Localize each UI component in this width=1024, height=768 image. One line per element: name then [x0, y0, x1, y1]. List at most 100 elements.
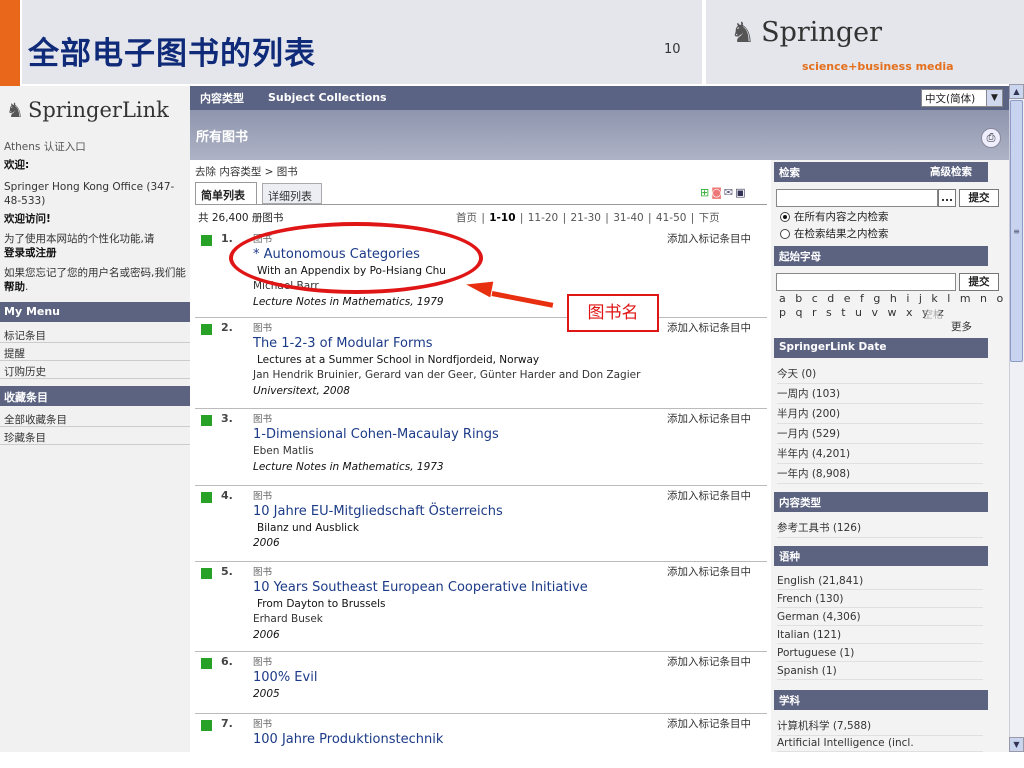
search-options-button[interactable]: ...: [938, 189, 956, 207]
add-to-marked-link[interactable]: 添加入标记条目中: [667, 716, 751, 731]
publication-type: 图书: [253, 657, 273, 668]
scroll-down-icon[interactable]: ▼: [1009, 737, 1024, 752]
advanced-search-link[interactable]: 高级检索: [930, 164, 972, 179]
content-type-item[interactable]: 参考工具书 (126): [777, 520, 983, 538]
selection-checkbox-icon[interactable]: [201, 415, 212, 426]
selection-checkbox-icon[interactable]: [201, 568, 212, 579]
publication-type: 图书: [253, 323, 273, 334]
menu-item-alerts[interactable]: 提醒: [4, 346, 25, 361]
language-filter-item[interactable]: German (4,306): [777, 611, 983, 626]
login-register-link[interactable]: 登录或注册: [4, 247, 57, 259]
slide-page-number: 10: [664, 42, 681, 57]
selection-checkbox-icon[interactable]: [201, 324, 212, 335]
pager-next[interactable]: 下页: [699, 212, 720, 224]
add-to-marked-link[interactable]: 添加入标记条目中: [667, 320, 751, 335]
divider: [0, 378, 190, 379]
selection-checkbox-icon[interactable]: [201, 720, 212, 731]
save-icon[interactable]: ▣: [735, 186, 747, 199]
start-char-submit-button[interactable]: 提交: [959, 273, 999, 291]
book-title-link[interactable]: 100% Evil: [253, 670, 317, 685]
nav-content-type[interactable]: 内容类型: [200, 90, 244, 106]
book-series: 2006: [253, 629, 280, 641]
date-filter-item[interactable]: 今天 (0): [777, 366, 983, 384]
series-name[interactable]: Universitext: [253, 385, 317, 397]
orange-accent-bar: [0, 0, 20, 86]
welcome-label: 欢迎:: [4, 159, 30, 171]
more-link[interactable]: 更多: [951, 319, 972, 334]
language-filter-item[interactable]: Italian (121): [777, 629, 983, 644]
publication-year: 2006: [253, 537, 280, 549]
printer-icon[interactable]: ⎙: [981, 128, 1001, 148]
add-to-marked-link[interactable]: 添加入标记条目中: [667, 564, 751, 579]
left-sidebar: ♞ SpringerLink Athens 认证入口 欢迎: Springer …: [0, 86, 190, 768]
springerlink-logo[interactable]: ♞ SpringerLink: [6, 98, 169, 122]
springerlink-name: SpringerLink: [27, 98, 169, 122]
collection-item-favorites[interactable]: 珍藏条目: [4, 430, 46, 445]
language-filter-item[interactable]: Portuguese (1): [777, 647, 983, 662]
language-filter-item[interactable]: English (21,841): [777, 575, 983, 590]
date-filter-item[interactable]: 一周内 (103): [777, 386, 983, 404]
book-title-link[interactable]: 100 Jahre Produktionstechnik: [253, 732, 443, 747]
radio-search-all[interactable]: 在所有内容之内检索: [780, 209, 889, 224]
language-filter-item[interactable]: Spanish (1): [777, 665, 983, 680]
subject-filter-item[interactable]: Artificial Intelligence (incl.: [777, 737, 983, 752]
date-header: SpringerLink Date: [774, 338, 988, 358]
scroll-up-icon[interactable]: ▲: [1009, 84, 1024, 99]
my-menu-header: My Menu: [0, 302, 190, 322]
add-to-marked-link[interactable]: 添加入标记条目中: [667, 411, 751, 426]
add-to-marked-link[interactable]: 添加入标记条目中: [667, 231, 751, 246]
menu-item-marked[interactable]: 标记条目: [4, 328, 46, 343]
chevron-down-icon[interactable]: ▼: [986, 90, 1002, 106]
start-char-input[interactable]: [776, 273, 956, 291]
tab-detail-list[interactable]: 详细列表: [262, 183, 322, 204]
email-icon[interactable]: ✉: [724, 186, 735, 199]
date-filter-item[interactable]: 一年内 (8,908): [777, 466, 983, 484]
radio-search-results[interactable]: 在检索结果之内检索: [780, 226, 889, 241]
pager-page[interactable]: 21-30: [570, 212, 601, 224]
divider: [0, 426, 190, 427]
selection-checkbox-icon[interactable]: [201, 658, 212, 669]
breadcrumb[interactable]: 去除 内容类型 > 图书: [195, 164, 298, 179]
help-link[interactable]: 帮助: [4, 281, 25, 293]
language-select[interactable]: 中文(简体) ▼: [921, 89, 1003, 107]
alphabet-row[interactable]: a b c d e f g h i j k l m n o: [779, 292, 1006, 305]
book-series: 2006: [253, 537, 280, 549]
date-filter-item[interactable]: 半年内 (4,201): [777, 446, 983, 464]
language-filter-item[interactable]: French (130): [777, 593, 983, 608]
add-icon[interactable]: ⊞: [700, 186, 711, 199]
collection-header: 收藏条目: [0, 386, 190, 406]
add-to-marked-link[interactable]: 添加入标记条目中: [667, 654, 751, 669]
nav-subject-collections[interactable]: Subject Collections: [268, 91, 387, 104]
date-filter-item[interactable]: 一月内 (529): [777, 426, 983, 444]
alphabet-row[interactable]: p q r s t u v w x y z: [779, 306, 947, 319]
pager-page[interactable]: 31-40: [613, 212, 644, 224]
book-title-link[interactable]: 10 Jahre EU-Mitgliedschaft Österreichs: [253, 504, 503, 519]
search-input[interactable]: [776, 189, 938, 207]
alphabet-space[interactable]: 空格: [923, 306, 943, 321]
tab-simple-list[interactable]: 简单列表: [195, 182, 257, 204]
pager-page[interactable]: 11-20: [528, 212, 559, 224]
pager-page[interactable]: 41-50: [656, 212, 687, 224]
selection-checkbox-icon[interactable]: [201, 492, 212, 503]
menu-item-order-history[interactable]: 订购历史: [4, 364, 46, 379]
book-subtitle: From Dayton to Brussels: [257, 598, 386, 610]
search-submit-button[interactable]: 提交: [959, 189, 999, 207]
rss-icon[interactable]: ◙: [711, 186, 724, 199]
selection-checkbox-icon[interactable]: [201, 235, 212, 246]
collection-item-all[interactable]: 全部收藏条目: [4, 412, 67, 427]
radio-selected-icon[interactable]: [780, 211, 790, 222]
radio-icon[interactable]: [780, 228, 790, 239]
section-title: 所有图书: [196, 130, 249, 145]
subject-filter-item[interactable]: 计算机科学 (7,588): [777, 718, 983, 736]
athens-login-link[interactable]: Athens 认证入口: [4, 140, 186, 154]
book-title-link[interactable]: 1-Dimensional Cohen-Macaulay Rings: [253, 427, 499, 442]
series-name[interactable]: Lecture Notes in Mathematics: [253, 461, 410, 473]
scroll-thumb[interactable]: ≡: [1010, 100, 1023, 362]
book-title-link[interactable]: 10 Years Southeast European Cooperative …: [253, 580, 588, 595]
add-to-marked-link[interactable]: 添加入标记条目中: [667, 488, 751, 503]
date-filter-item[interactable]: 半月内 (200): [777, 406, 983, 424]
bottom-strip: [0, 752, 1024, 768]
book-title-link[interactable]: The 1-2-3 of Modular Forms: [253, 336, 433, 351]
series-name[interactable]: Lecture Notes in Mathematics: [253, 296, 410, 308]
pager-first[interactable]: 首页: [456, 212, 477, 224]
